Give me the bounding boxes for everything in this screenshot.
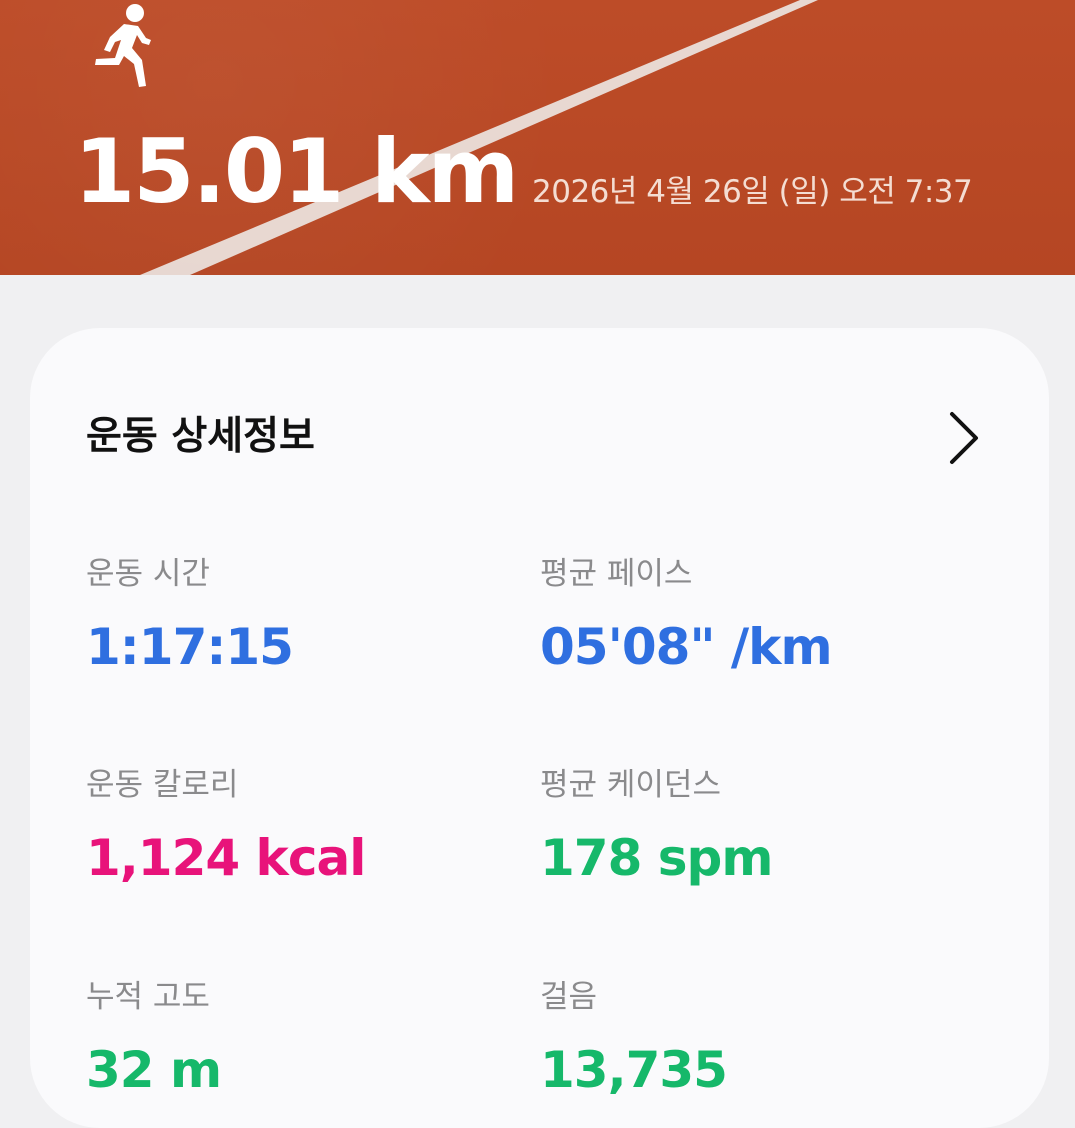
workout-header: 15.01 km 2026년 4월 26일 (일) 오전 7:37: [0, 0, 1075, 275]
stat-calories: 운동 칼로리 1,124 kcal: [86, 765, 366, 889]
stat-elevation-gain: 누적 고도 32 m: [86, 977, 222, 1101]
running-icon: [95, 4, 151, 87]
stat-value: 1,124 kcal: [86, 829, 366, 887]
stat-value: 13,735: [540, 1041, 728, 1099]
card-title: 운동 상세정보: [86, 414, 315, 459]
stat-label: 걸음: [540, 979, 598, 1015]
stat-average-pace: 평균 페이스 05'08" /km: [540, 554, 833, 678]
stat-steps: 걸음 13,735: [540, 977, 728, 1101]
stat-value: 32 m: [86, 1041, 222, 1099]
workout-datetime: 2026년 4월 26일 (일) 오전 7:37: [532, 174, 973, 210]
stat-exercise-time: 운동 시간 1:17:15: [86, 554, 294, 678]
workout-details-card: 운동 상세정보 운동 시간 1:17:15 평균 페이스 05'08" /km …: [30, 328, 1049, 1128]
stat-label: 운동 칼로리: [86, 767, 239, 803]
chevron-right-icon[interactable]: [942, 408, 986, 468]
stat-label: 평균 케이던스: [540, 767, 721, 803]
stat-value: 1:17:15: [86, 618, 294, 676]
distance-value: 15.01 km: [74, 120, 519, 223]
stat-label: 평균 페이스: [540, 556, 693, 592]
stat-average-cadence: 평균 케이던스 178 spm: [540, 765, 773, 889]
stat-label: 운동 시간: [86, 556, 210, 592]
stat-label: 누적 고도: [86, 979, 210, 1015]
stat-value: 178 spm: [540, 829, 773, 887]
stat-value: 05'08" /km: [540, 618, 833, 676]
